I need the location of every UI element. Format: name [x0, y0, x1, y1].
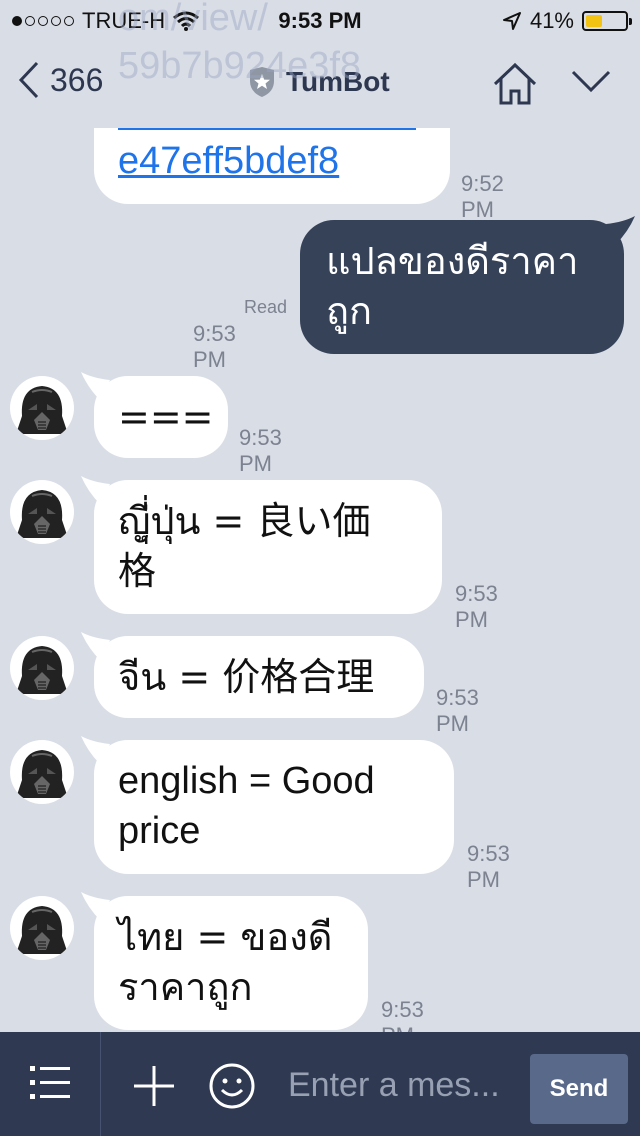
- battery-percent: 41%: [529, 8, 574, 33]
- message-text: ญีุ่่ปุ่น = 良い価 格: [118, 499, 371, 593]
- smiley-icon[interactable]: [208, 1062, 256, 1110]
- message-bubble: english = Good price: [94, 740, 454, 874]
- message-input[interactable]: [286, 1060, 522, 1110]
- darth-vader-avatar-icon: [16, 646, 68, 694]
- message-bubble: แปลของดีราคา ถูก: [300, 220, 624, 354]
- darth-vader-avatar-icon: [16, 750, 68, 798]
- avatar[interactable]: [10, 740, 74, 804]
- message-text: แปลของดีราคา ถูก: [326, 239, 579, 333]
- location-icon: [502, 12, 521, 30]
- link-faded-text: om/view/ 59b7b924e3f8: [118, 0, 362, 87]
- chevron-down-icon[interactable]: [570, 68, 612, 94]
- link-divider: [118, 128, 416, 130]
- read-receipt: Read: [244, 297, 288, 317]
- home-icon[interactable]: [492, 62, 538, 106]
- message-text: ===: [118, 395, 214, 439]
- message-text: จีน = 价格合理: [118, 655, 375, 699]
- message-bubble: ===: [94, 376, 228, 458]
- message-bubble: ไทย = ของดี ราคาถูก: [94, 896, 368, 1030]
- avatar[interactable]: [10, 636, 74, 700]
- send-button[interactable]: Send: [530, 1054, 628, 1124]
- message-bubble: จีน = 价格合理: [94, 636, 424, 718]
- battery-icon: [582, 11, 632, 31]
- bubble-tail: [606, 216, 635, 244]
- message-link[interactable]: e47eff5bdef8: [118, 136, 339, 186]
- message-bubble: e47eff5bdef8: [94, 128, 450, 204]
- darth-vader-avatar-icon: [16, 906, 68, 954]
- message-time: 9:52 PM: [461, 171, 504, 222]
- back-chevron-icon: [18, 61, 39, 99]
- message-time: 9:53 PM: [193, 321, 236, 372]
- avatar[interactable]: [10, 480, 74, 544]
- status-right: 41%: [502, 8, 632, 34]
- message-time: 9:53 PM: [239, 425, 282, 476]
- message-composer: Send: [0, 1032, 640, 1136]
- message-time: 9:53 PM: [467, 841, 510, 892]
- composer-divider: [100, 1032, 101, 1136]
- darth-vader-avatar-icon: [16, 386, 68, 434]
- message-text: english = Good price: [118, 760, 375, 852]
- back-count: 366: [50, 61, 104, 98]
- plus-icon[interactable]: [132, 1064, 176, 1108]
- darth-vader-avatar-icon: [16, 490, 68, 538]
- message-bubble: ญีุ่่ปุ่น = 良い価 格: [94, 480, 442, 614]
- back-button[interactable]: 366: [18, 60, 103, 100]
- avatar[interactable]: [10, 896, 74, 960]
- avatar[interactable]: [10, 376, 74, 440]
- message-time: 9:53 PM: [436, 685, 479, 736]
- menu-list-icon[interactable]: [30, 1064, 72, 1102]
- message-text: ไทย = ของดี ราคาถูก: [118, 915, 333, 1009]
- message-time: 9:53 PM: [455, 581, 498, 632]
